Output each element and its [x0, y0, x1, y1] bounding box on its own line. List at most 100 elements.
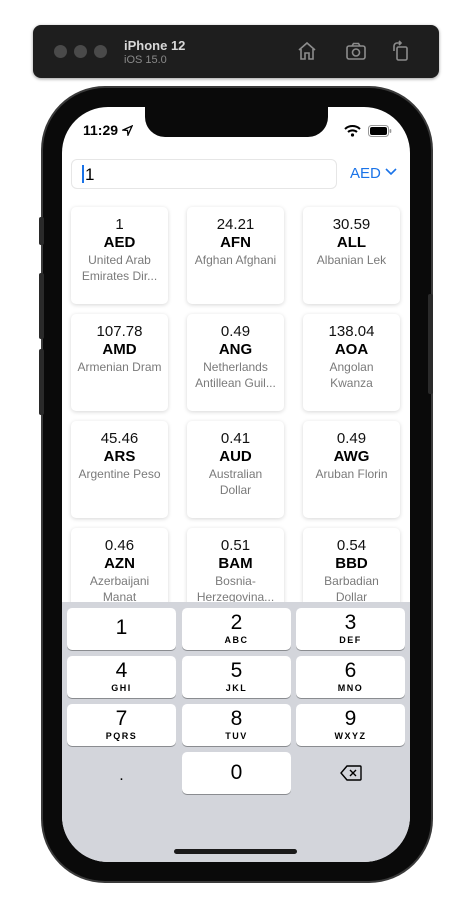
- base-currency-label: AED: [350, 165, 381, 182]
- battery-icon: [368, 124, 392, 137]
- keypad-key-delete[interactable]: [296, 752, 405, 794]
- currency-name: Barbadian Dollar: [324, 574, 379, 604]
- keypad-key-1[interactable]: 1: [67, 608, 176, 650]
- currency-value: 1: [115, 216, 124, 233]
- currency-code: ALL: [336, 234, 367, 251]
- currency-card-ars[interactable]: 45.46 ARS Argentine Peso: [71, 421, 168, 518]
- keypad-key-2[interactable]: 2 ABC: [182, 608, 291, 650]
- currency-value: 138.04: [328, 323, 375, 340]
- numeric-keypad: 1 2 ABC 3 DEF 4 GHI 5 JKL 6 MNO 7 PQRS 8 TUV 9 WXYZ. 0: [62, 602, 410, 862]
- currency-name: Netherlands Antillean Guil...: [195, 360, 276, 390]
- wifi-icon: [343, 124, 361, 137]
- currency-code: ARS: [103, 448, 136, 465]
- base-currency-dropdown[interactable]: AED: [350, 165, 397, 182]
- keypad-key-7[interactable]: 7 PQRS: [67, 704, 176, 746]
- currency-card-amd[interactable]: 107.78 AMD Armenian Dram: [71, 314, 168, 411]
- amount-input[interactable]: 1: [71, 159, 337, 189]
- keypad-key-number: 1: [115, 616, 128, 639]
- currency-name: Armenian Dram: [77, 360, 162, 374]
- currency-code: AUD: [219, 448, 252, 465]
- keypad-key-number: .: [119, 767, 124, 784]
- keypad-key-5[interactable]: 5 JKL: [182, 656, 291, 698]
- currency-value: 0.49: [220, 323, 251, 340]
- rotate-icon[interactable]: [389, 39, 413, 63]
- keypad-key-dot[interactable]: .: [67, 752, 176, 794]
- chevron-down-icon: [385, 168, 397, 176]
- currency-code: AOA: [334, 341, 369, 358]
- currency-card-afn[interactable]: 24.21 AFN Afghan Afghani: [187, 207, 284, 304]
- keypad-key-number: 2: [230, 611, 243, 634]
- currency-card-ang[interactable]: 0.49 ANG Netherlands Antillean Guil...: [187, 314, 284, 411]
- keypad-key-number: 3: [344, 611, 357, 634]
- currency-name: Bosnia-Herzegovina...: [196, 574, 275, 604]
- device-power-button: [428, 294, 433, 394]
- currency-code: BAM: [218, 555, 253, 572]
- keypad-key-letters: PQRS: [105, 731, 138, 741]
- keypad-key-4[interactable]: 4 GHI: [67, 656, 176, 698]
- currency-card-aed[interactable]: 1 AED United Arab Emirates Dir...: [71, 207, 168, 304]
- keypad-key-number: 5: [230, 659, 243, 682]
- currency-code: AMD: [102, 341, 137, 358]
- keypad-key-0[interactable]: 0: [182, 752, 291, 794]
- app-screen: 11:29 1 AED 1 AED United Arab Emirates Dir…: [62, 107, 410, 862]
- currency-card-aoa[interactable]: 138.04 AOA Angolan Kwanza: [303, 314, 400, 411]
- keypad-key-letters: WXYZ: [334, 731, 367, 741]
- currency-code: BBD: [335, 555, 368, 572]
- window-zoom-button[interactable]: [94, 45, 107, 58]
- currency-name: Azerbaijani Manat: [89, 574, 150, 604]
- simulator-device-name: iPhone 12: [124, 38, 186, 53]
- device-notch: [145, 107, 328, 137]
- currency-card-all[interactable]: 30.59 ALL Albanian Lek: [303, 207, 400, 304]
- keypad-key-letters: TUV: [225, 731, 248, 741]
- home-indicator[interactable]: [174, 849, 297, 854]
- currency-value: 0.51: [220, 537, 251, 554]
- currency-value: 0.54: [336, 537, 367, 554]
- currency-name: Afghan Afghani: [194, 253, 277, 267]
- currency-code: ANG: [218, 341, 253, 358]
- currency-name: Aruban Florin: [315, 467, 388, 481]
- currency-name: Argentine Peso: [78, 467, 161, 481]
- window-minimize-button[interactable]: [74, 45, 87, 58]
- keypad-key-number: 7: [115, 707, 128, 730]
- currency-code: AWG: [333, 448, 370, 465]
- currency-value: 0.41: [220, 430, 251, 447]
- keypad-key-letters: JKL: [225, 683, 248, 693]
- keypad-key-letters: DEF: [339, 635, 362, 645]
- keypad-key-letters: ABC: [224, 635, 249, 645]
- currency-name: Albanian Lek: [316, 253, 387, 267]
- delete-backspace-icon: [339, 765, 362, 781]
- keypad-key-9[interactable]: 9 WXYZ: [296, 704, 405, 746]
- currency-value: 30.59: [332, 216, 371, 233]
- currency-value: 0.49: [336, 430, 367, 447]
- simulator-title-bar: iPhone 12 iOS 15.0: [33, 25, 439, 78]
- camera-icon[interactable]: [344, 39, 368, 63]
- keypad-key-number: 4: [115, 659, 128, 682]
- currency-name: Angolan Kwanza: [329, 360, 374, 390]
- keypad-key-number: 6: [344, 659, 357, 682]
- keypad-key-6[interactable]: 6 MNO: [296, 656, 405, 698]
- currency-name: United Arab Emirates Dir...: [81, 253, 158, 283]
- currency-name: Australian Dollar: [208, 467, 263, 497]
- currency-code: AED: [103, 234, 136, 251]
- keypad-key-number: 8: [230, 707, 243, 730]
- status-time-text: 11:29: [83, 122, 119, 138]
- simulator-os-version: iOS 15.0: [124, 54, 167, 66]
- currency-card-aud[interactable]: 0.41 AUD Australian Dollar: [187, 421, 284, 518]
- device-volume-down: [39, 349, 44, 415]
- amount-input-value: 1: [85, 165, 95, 184]
- keypad-key-8[interactable]: 8 TUV: [182, 704, 291, 746]
- currency-value: 24.21: [216, 216, 255, 233]
- currency-card-awg[interactable]: 0.49 AWG Aruban Florin: [303, 421, 400, 518]
- keypad-key-letters: GHI: [111, 683, 132, 693]
- device-silent-switch: [39, 217, 44, 245]
- currency-value: 45.46: [100, 430, 139, 447]
- home-icon[interactable]: [295, 39, 319, 63]
- currency-value: 0.46: [104, 537, 135, 554]
- currency-value: 107.78: [96, 323, 143, 340]
- keypad-key-number: 0: [230, 761, 243, 784]
- currency-code: AFN: [220, 234, 251, 251]
- location-arrow-icon: [120, 124, 134, 138]
- window-close-button[interactable]: [54, 45, 67, 58]
- keypad-key-letters: MNO: [337, 683, 364, 693]
- keypad-key-3[interactable]: 3 DEF: [296, 608, 405, 650]
